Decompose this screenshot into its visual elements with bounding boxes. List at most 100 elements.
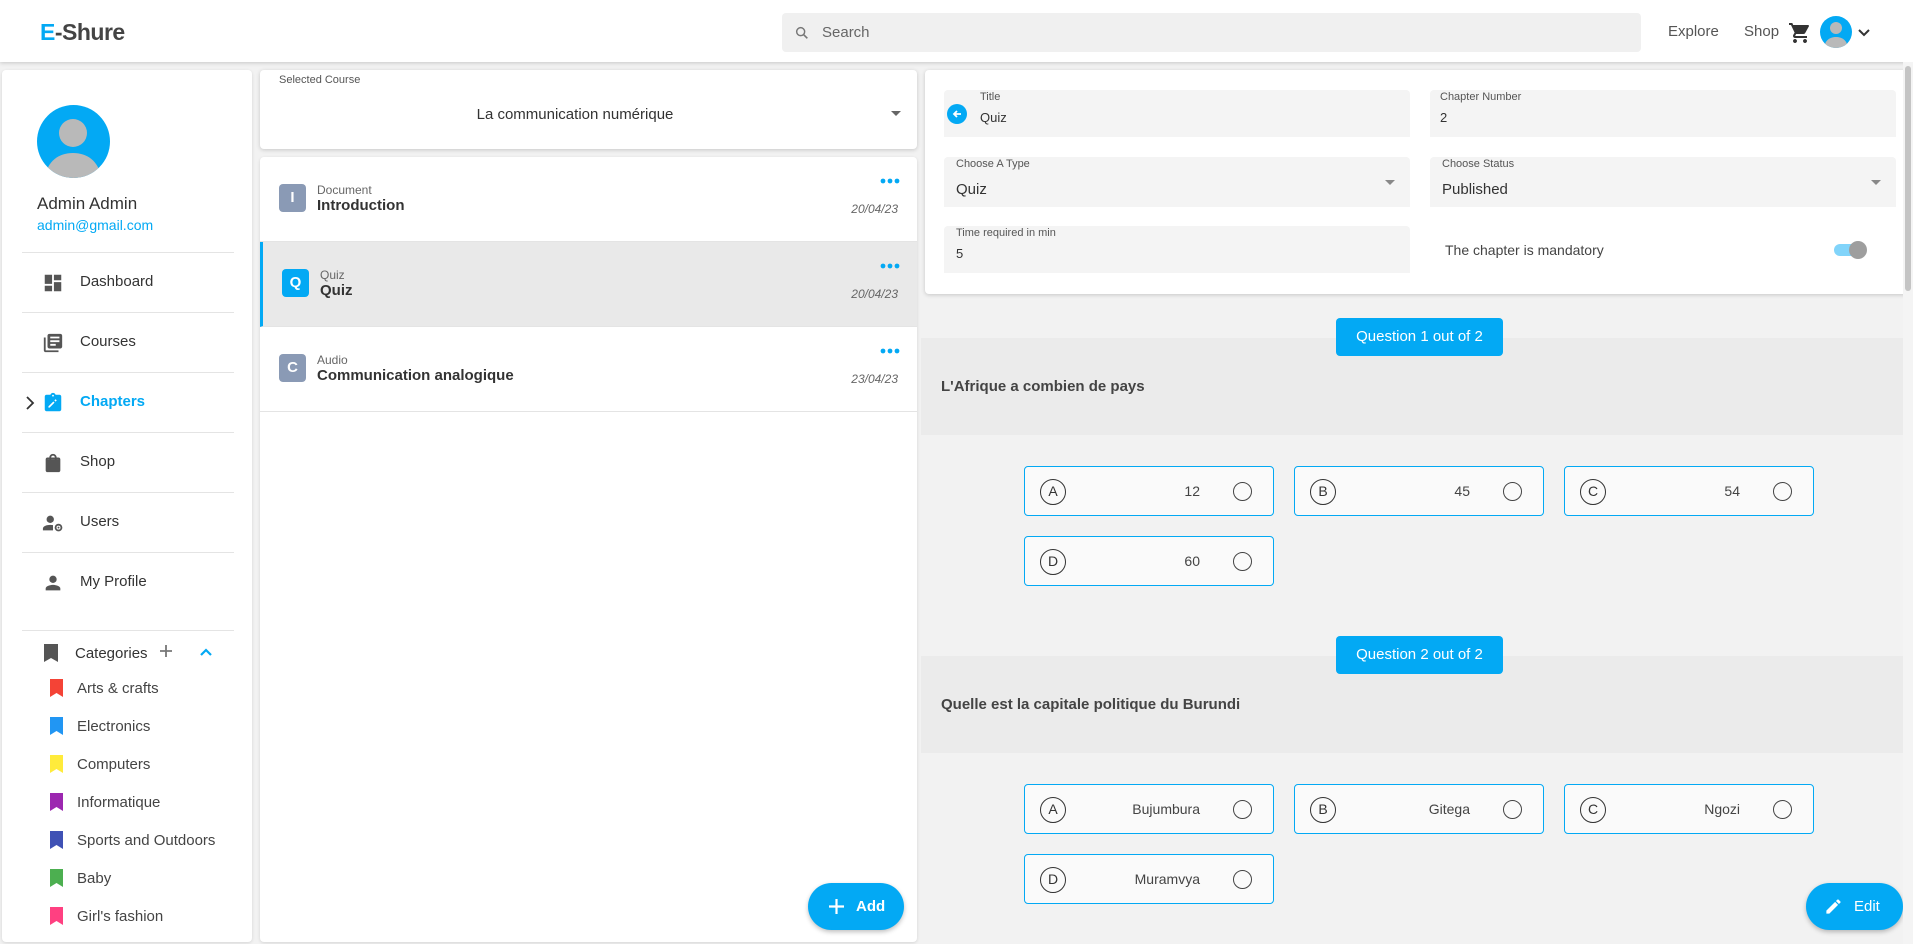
sidebar-item-label: Shop bbox=[80, 453, 116, 470]
option-text: Muramvya bbox=[1134, 871, 1200, 887]
chapter-list: I Document Introduction 20/04/23 Q Quiz … bbox=[260, 157, 917, 942]
title-label: Title bbox=[980, 91, 1001, 103]
chapter-date: 23/04/23 bbox=[851, 372, 898, 386]
sidebar-item-users[interactable]: Users bbox=[22, 492, 234, 552]
shopping-cart-icon[interactable] bbox=[1788, 21, 1812, 45]
sidebar-item-chapters[interactable]: Chapters bbox=[22, 372, 234, 432]
assignment-edit-icon bbox=[44, 392, 62, 412]
chapter-type: Document bbox=[317, 183, 372, 197]
categories-header: Categories bbox=[22, 630, 234, 670]
option-letter: A bbox=[1040, 797, 1066, 823]
question-2-option-d[interactable]: D Muramvya bbox=[1024, 854, 1274, 904]
radio-button[interactable] bbox=[1773, 800, 1792, 819]
chapter-number-field[interactable]: Chapter Number 2 bbox=[1430, 90, 1896, 137]
status-label: Choose Status bbox=[1442, 158, 1515, 170]
question-2-option-a[interactable]: A Bujumbura bbox=[1024, 784, 1274, 834]
mandatory-label: The chapter is mandatory bbox=[1445, 242, 1604, 258]
chapter-badge: C bbox=[279, 354, 306, 382]
profile-email[interactable]: admin@gmail.com bbox=[37, 217, 153, 233]
sidebar-item-label: My Profile bbox=[80, 573, 147, 590]
mandatory-toggle[interactable] bbox=[1833, 240, 1869, 260]
radio-button[interactable] bbox=[1503, 800, 1522, 819]
chapter-item-introduction[interactable]: I Document Introduction 20/04/23 bbox=[260, 157, 917, 242]
plus-icon bbox=[829, 899, 844, 914]
sidebar-item-label: Chapters bbox=[80, 393, 146, 410]
dropdown-arrow-icon bbox=[1871, 180, 1881, 185]
question-1-option-d[interactable]: D 60 bbox=[1024, 536, 1274, 586]
more-horizontal-icon[interactable] bbox=[880, 347, 900, 355]
type-value: Quiz bbox=[956, 181, 987, 198]
bookmark-icon bbox=[50, 679, 63, 697]
scrollbar[interactable] bbox=[1903, 62, 1913, 944]
option-text: Ngozi bbox=[1704, 801, 1740, 817]
question-2-text: Quelle est la capitale politique du Buru… bbox=[941, 696, 1241, 713]
chapter-badge: I bbox=[279, 184, 306, 212]
sidebar-item-shop[interactable]: Shop bbox=[22, 432, 234, 492]
search-input[interactable] bbox=[822, 13, 1622, 52]
more-horizontal-icon[interactable] bbox=[880, 177, 900, 185]
explore-link[interactable]: Explore bbox=[1668, 23, 1719, 40]
sidebar-item-my-profile[interactable]: My Profile bbox=[22, 552, 234, 612]
add-category-icon[interactable] bbox=[157, 642, 175, 660]
user-avatar[interactable] bbox=[1820, 16, 1852, 48]
manage-accounts-icon bbox=[42, 515, 63, 532]
option-text: 60 bbox=[1184, 553, 1200, 569]
app-logo[interactable]: E-Shure bbox=[40, 19, 125, 46]
edit-pencil-icon bbox=[1826, 899, 1841, 914]
question-2-option-b[interactable]: B Gitega bbox=[1294, 784, 1544, 834]
radio-button[interactable] bbox=[1233, 482, 1252, 501]
sidebar-item-courses[interactable]: Courses bbox=[22, 312, 234, 372]
time-required-value: 5 bbox=[956, 246, 964, 261]
option-letter: C bbox=[1580, 479, 1606, 505]
status-select[interactable]: Choose Status Published bbox=[1430, 157, 1896, 207]
radio-button[interactable] bbox=[1233, 800, 1252, 819]
course-select[interactable]: Selected Course La communication numériq… bbox=[260, 70, 917, 149]
title-field[interactable]: Title Quiz bbox=[944, 90, 1410, 137]
sidebar-item-label: Courses bbox=[80, 333, 136, 350]
title-value: Quiz bbox=[980, 110, 1007, 125]
option-text: 54 bbox=[1724, 483, 1740, 499]
edit-button-label: Edit bbox=[1854, 898, 1880, 915]
chapter-number-value: 2 bbox=[1440, 110, 1448, 125]
more-horizontal-icon[interactable] bbox=[880, 262, 900, 270]
chevron-up-icon[interactable] bbox=[197, 643, 215, 661]
type-select[interactable]: Choose A Type Quiz bbox=[944, 157, 1410, 207]
add-chapter-button[interactable]: Add bbox=[808, 883, 904, 930]
question-1-option-c[interactable]: C 54 bbox=[1564, 466, 1814, 516]
radio-button[interactable] bbox=[1773, 482, 1792, 501]
chapter-item-quiz[interactable]: Q Quiz Quiz 20/04/23 bbox=[260, 242, 917, 327]
question-1-option-b[interactable]: B 45 bbox=[1294, 466, 1544, 516]
dashboard-icon bbox=[44, 274, 62, 292]
chevron-right-icon bbox=[26, 396, 35, 410]
bookmark-icon bbox=[50, 717, 63, 735]
question-1-pill: Question 1 out of 2 bbox=[1336, 318, 1503, 356]
option-letter: A bbox=[1040, 479, 1066, 505]
radio-button[interactable] bbox=[1503, 482, 1522, 501]
option-text: 12 bbox=[1184, 483, 1200, 499]
avatar-silhouette-icon bbox=[45, 119, 101, 178]
sidebar-item-dashboard[interactable]: Dashboard bbox=[22, 252, 234, 312]
dropdown-arrow-icon bbox=[1385, 180, 1395, 185]
chapter-item-communication-analogique[interactable]: C Audio Communication analogique 23/04/2… bbox=[260, 327, 917, 412]
question-1-option-a[interactable]: A 12 bbox=[1024, 466, 1274, 516]
edit-button[interactable]: Edit bbox=[1806, 883, 1903, 930]
option-letter: D bbox=[1040, 549, 1066, 575]
bookmark-icon bbox=[50, 755, 63, 773]
scrollbar-thumb[interactable] bbox=[1905, 66, 1911, 291]
radio-button[interactable] bbox=[1233, 870, 1252, 889]
time-required-label: Time required in min bbox=[956, 227, 1056, 239]
search-box[interactable] bbox=[782, 13, 1641, 52]
arrow-back-circle-icon[interactable] bbox=[947, 104, 967, 124]
time-required-field[interactable]: Time required in min 5 bbox=[944, 226, 1410, 273]
option-letter: B bbox=[1310, 479, 1336, 505]
radio-button[interactable] bbox=[1233, 552, 1252, 571]
question-1-text: L'Afrique a combien de pays bbox=[941, 378, 1145, 395]
chevron-down-icon[interactable] bbox=[1856, 24, 1872, 40]
question-2-option-c[interactable]: C Ngozi bbox=[1564, 784, 1814, 834]
bookmark-icon bbox=[44, 644, 58, 662]
shopping-bag-icon bbox=[45, 453, 61, 473]
shop-link[interactable]: Shop bbox=[1744, 23, 1779, 40]
chapter-number-label: Chapter Number bbox=[1440, 91, 1522, 103]
chapter-title: Communication analogique bbox=[317, 367, 514, 384]
option-letter: C bbox=[1580, 797, 1606, 823]
